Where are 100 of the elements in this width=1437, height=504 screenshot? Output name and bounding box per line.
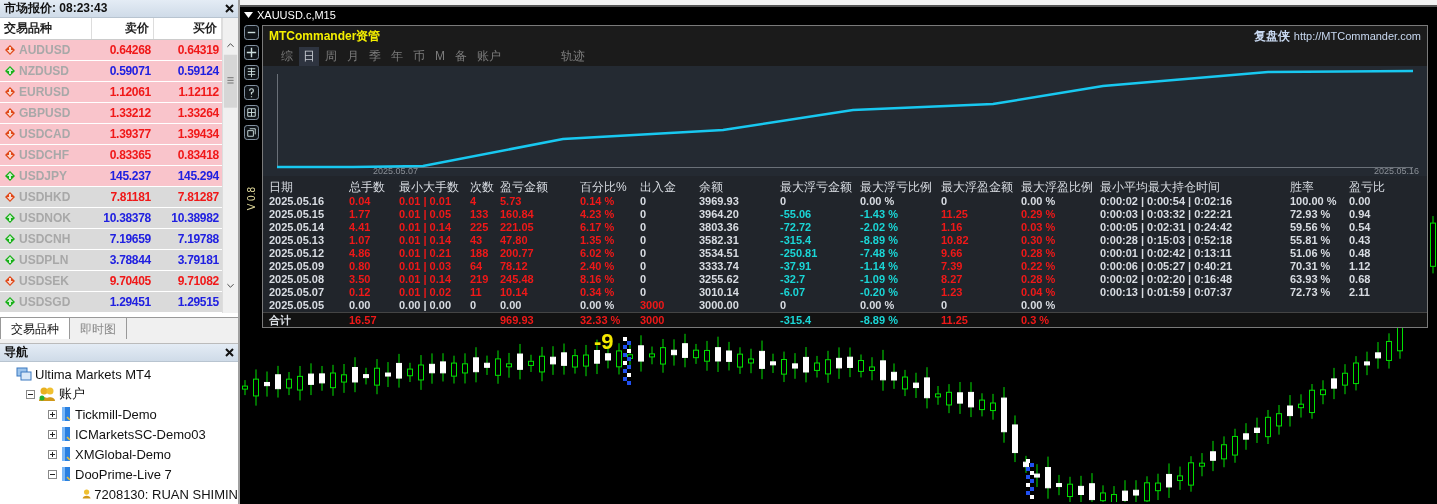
- table-cell: 0.68: [1349, 273, 1371, 286]
- column-header: 百分比%: [580, 179, 628, 196]
- period-tab[interactable]: 备: [451, 46, 471, 66]
- expand-icon[interactable]: [48, 429, 57, 439]
- table-cell: -1.43 %: [860, 208, 898, 221]
- symbol-name: USDJPY: [19, 169, 68, 183]
- period-tab[interactable]: 综: [277, 46, 297, 66]
- table-cell: 2025.05.15: [269, 208, 325, 221]
- table-cell: 0: [640, 221, 647, 234]
- table-cell: -315.4: [780, 234, 812, 247]
- tree-item[interactable]: 账户: [59, 385, 85, 403]
- book-icon[interactable]: [243, 65, 259, 80]
- column-header: 最大浮盈金额: [941, 179, 1014, 196]
- table-cell: 51.06 %: [1290, 247, 1331, 260]
- bid-price: 1.39377: [108, 127, 152, 141]
- help-icon[interactable]: [243, 85, 259, 100]
- period-tab[interactable]: 月: [343, 46, 363, 66]
- ask-price: 1.39434: [176, 127, 220, 141]
- table-cell: 2025.05.05: [269, 299, 325, 312]
- table-cell: 0.01 | 0.05: [399, 208, 451, 221]
- table-cell: 64: [470, 260, 483, 273]
- table-cell: 11.25: [941, 313, 968, 327]
- minus-icon[interactable]: [243, 25, 259, 40]
- table-cell: 0.28 %: [1021, 247, 1056, 260]
- bid-price: 10.38378: [102, 211, 152, 225]
- table-cell: 8.16 %: [580, 273, 615, 286]
- crosshair-icon[interactable]: [243, 45, 259, 60]
- table-cell: 2025.05.08: [269, 273, 325, 286]
- table-cell: 1.07: [349, 234, 371, 247]
- table-cell: 47.80: [500, 234, 528, 247]
- quote-row[interactable]: USDJPY 145.237 145.294: [0, 166, 222, 187]
- tree-item[interactable]: XMGlobal-Demo: [75, 446, 172, 462]
- period-tab[interactable]: 季: [365, 46, 385, 66]
- bid-price: 1.29451: [108, 295, 152, 309]
- quote-row[interactable]: NZDUSD 0.59071 0.59124: [0, 61, 222, 82]
- table-cell: -37.91: [780, 260, 812, 273]
- table-cell: 4.86: [349, 247, 371, 260]
- grid-icon[interactable]: [243, 105, 259, 120]
- table-cell: 6.02 %: [580, 247, 615, 260]
- tree-item[interactable]: Ultima Markets MT4: [35, 366, 152, 382]
- table-cell: 2025.05.12: [269, 247, 325, 260]
- expand-icon[interactable]: [48, 449, 57, 459]
- period-tab[interactable]: M: [431, 48, 449, 64]
- tree-item[interactable]: 7208130: RUAN SHIMIN: [94, 486, 238, 502]
- table-cell: 0:00:02 | 0:00:54 | 0:02:16: [1100, 195, 1233, 208]
- dropdown-icon[interactable]: [244, 12, 253, 18]
- table-cell: 100.00 %: [1290, 195, 1337, 208]
- table-cell: 0.00 %: [860, 299, 895, 312]
- table-cell: 11.25: [941, 208, 968, 221]
- period-tab[interactable]: 轨迹: [557, 46, 589, 66]
- bid-price: 7.19659: [108, 232, 152, 246]
- scrollbar-drawing[interactable]: [222, 18, 238, 313]
- tree-item[interactable]: DooPrime-Live 7: [75, 466, 172, 482]
- table-cell: 11: [470, 286, 482, 299]
- table-cell: 78.12: [500, 260, 528, 273]
- close-icon[interactable]: [225, 348, 234, 357]
- period-tab[interactable]: 账户: [473, 46, 505, 66]
- site-link[interactable]: http://MTCommander.com: [1293, 29, 1421, 42]
- ask-price: 7.81287: [176, 190, 220, 204]
- table-cell: 0: [640, 247, 647, 260]
- period-tab[interactable]: 年: [387, 46, 407, 66]
- table-cell: 3969.93: [699, 195, 739, 208]
- table-cell: 43: [470, 234, 483, 247]
- period-tab[interactable]: 周: [321, 46, 341, 66]
- expand-icon[interactable]: [48, 409, 57, 419]
- tree-item[interactable]: ICMarketsSC-Demo03: [75, 426, 206, 442]
- table-cell: 55.81 %: [1290, 234, 1331, 247]
- close-icon[interactable]: [225, 4, 234, 13]
- column-header: 日期: [269, 179, 294, 196]
- column-header: 最大浮盈比例: [1021, 179, 1094, 196]
- period-tab[interactable]: 币: [409, 46, 429, 66]
- book-icon: [60, 426, 72, 442]
- panel-title: 市场报价: 08:23:43: [4, 0, 108, 17]
- tree-item[interactable]: Tickmill-Demo: [75, 406, 157, 422]
- table-cell: 133: [470, 208, 489, 221]
- book-icon: [60, 406, 72, 422]
- table-cell: 2.11: [1349, 286, 1370, 299]
- table-cell: -250.81: [780, 247, 818, 260]
- ask-price: 9.71082: [176, 274, 220, 288]
- column-header: 总手数: [349, 179, 386, 196]
- table-cell: 72.93 %: [1290, 208, 1331, 221]
- table-cell: 219: [470, 273, 489, 286]
- table-cell: 188: [470, 247, 489, 260]
- symbol-name: EURUSD: [19, 85, 70, 99]
- table-cell: 160.84: [500, 208, 534, 221]
- panel-tab[interactable]: 交易品种: [0, 318, 70, 339]
- ask-price: 0.83418: [176, 148, 220, 162]
- table-cell: 0.30 %: [1021, 234, 1056, 247]
- collapse-icon[interactable]: [26, 389, 35, 399]
- collapse-icon[interactable]: [48, 469, 57, 479]
- panel-tab[interactable]: 即时图: [70, 318, 127, 339]
- period-tab[interactable]: 日: [299, 46, 319, 66]
- table-cell: 0.00 | 0.00: [399, 299, 451, 312]
- column-header[interactable]: 交易品种: [0, 18, 92, 39]
- table-cell: 0:00:13 | 0:01:59 | 0:07:37: [1100, 286, 1233, 299]
- column-header: 最小平均最大持仓时间: [1100, 179, 1221, 196]
- table-cell: 4: [470, 195, 477, 208]
- column-header[interactable]: 卖价: [92, 18, 154, 39]
- window-icon[interactable]: [243, 125, 259, 140]
- table-cell: -72.72: [780, 221, 812, 234]
